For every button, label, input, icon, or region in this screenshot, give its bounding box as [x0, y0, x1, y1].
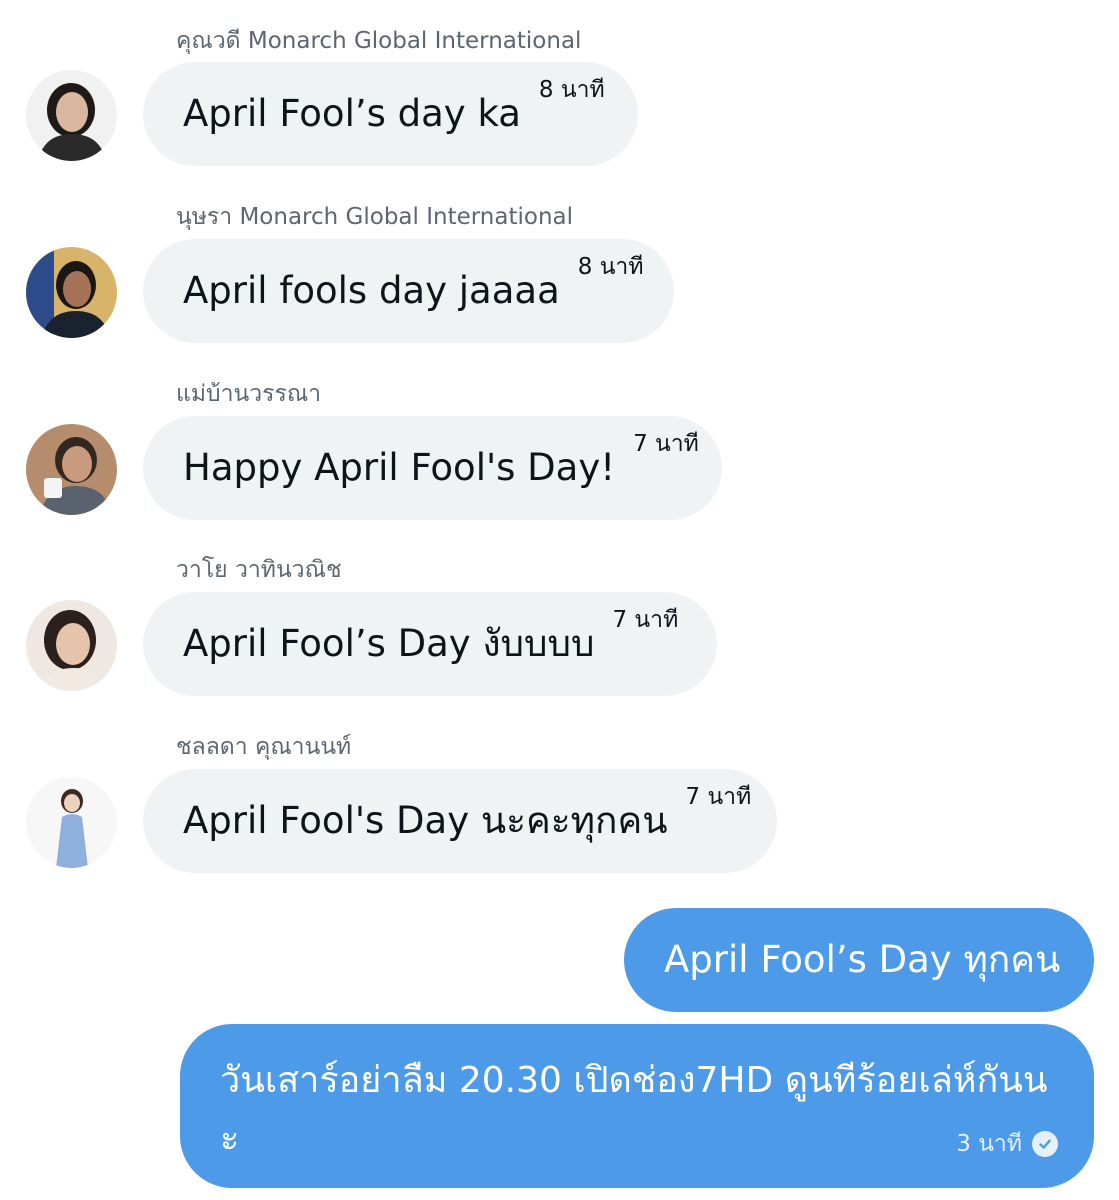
message-time: 3 นาที: [956, 1131, 1022, 1157]
check-circle-icon: [1032, 1131, 1058, 1157]
message-text: April fools day jaaaa: [183, 269, 560, 312]
message-bubble[interactable]: April Fool’s Day งับบบบ 7 นาที: [143, 592, 717, 696]
message-text: Happy April Fool's Day!: [183, 446, 616, 489]
message-time: 7 นาที: [633, 431, 699, 457]
avatar-woman-dark-hair-icon: [26, 70, 117, 161]
message-text: April Fool's Day นะคะทุกคน: [183, 799, 668, 842]
avatar-woman-smiling-icon: [26, 600, 117, 691]
sender-name[interactable]: คุณวดี Monarch Global International: [176, 27, 581, 55]
message-bubble[interactable]: April Fool’s day ka 8 นาที: [143, 62, 638, 166]
outgoing-message-bubble[interactable]: April Fool’s Day ทุกคน: [624, 908, 1094, 1012]
message-bubble[interactable]: April Fool's Day นะคะทุกคน 7 นาที: [143, 769, 777, 873]
message-time: 7 นาที: [612, 607, 679, 633]
message-bubble[interactable]: April fools day jaaaa 8 นาที: [143, 239, 674, 343]
message-time: 8 นาที: [577, 254, 644, 280]
avatar[interactable]: [26, 777, 117, 868]
message-time: 7 นาที: [685, 784, 752, 810]
avatar-woman-blue-dress-icon: [26, 777, 117, 868]
message-text: วันเสาร์อย่าลืม 20.30 เปิดช่อง7HD ดูนทีร…: [220, 1060, 1048, 1159]
message-text: April Fool’s Day ทุกคน: [664, 938, 1061, 981]
avatar-woman-blue-bg-icon: [26, 247, 117, 338]
sender-name[interactable]: แม่บ้านวรรณา: [176, 380, 321, 408]
sender-name[interactable]: วาโย วาทินวณิช: [176, 556, 342, 584]
message-bubble[interactable]: Happy April Fool's Day! 7 นาที: [143, 416, 722, 520]
sender-name[interactable]: ชลลดา คุณานนท์: [176, 733, 351, 761]
message-text: April Fool’s Day งับบบบ: [183, 622, 595, 665]
message-meta: 3 นาที: [956, 1126, 1058, 1162]
avatar-woman-with-mug-icon: [26, 424, 117, 515]
outgoing-message-bubble[interactable]: วันเสาร์อย่าลืม 20.30 เปิดช่อง7HD ดูนทีร…: [180, 1024, 1094, 1188]
avatar[interactable]: [26, 424, 117, 515]
avatar[interactable]: [26, 247, 117, 338]
avatar[interactable]: [26, 70, 117, 161]
avatar[interactable]: [26, 600, 117, 691]
message-text: April Fool’s day ka: [183, 92, 521, 135]
sender-name[interactable]: นุษรา Monarch Global International: [176, 203, 573, 231]
message-time: 8 นาที: [538, 77, 605, 103]
